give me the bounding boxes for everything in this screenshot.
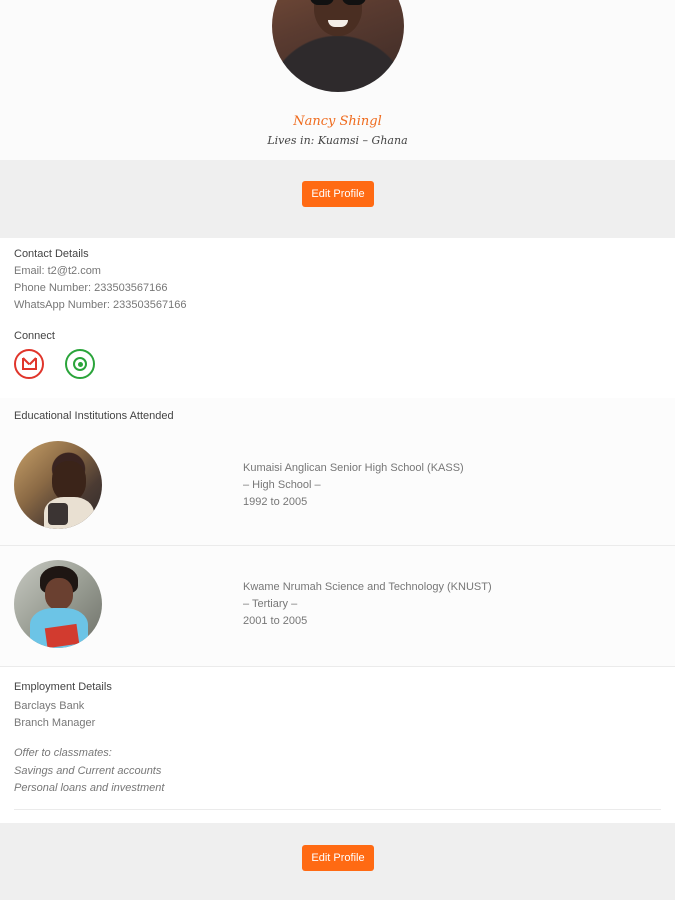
- contact-details-heading: Contact Details: [14, 248, 89, 260]
- connect-heading: Connect: [14, 330, 55, 342]
- whatsapp-icon[interactable]: [65, 349, 95, 379]
- edit-profile-band-bottom: Edit Profile: [0, 823, 675, 900]
- student-head: [52, 461, 86, 501]
- book-graphic: [44, 623, 80, 648]
- education-level: – Tertiary –: [243, 598, 298, 610]
- education-heading: Educational Institutions Attended: [14, 410, 174, 422]
- employment-divider-top: [0, 666, 675, 667]
- education-photo-knust[interactable]: [14, 560, 102, 648]
- sunglasses-graphic: [310, 0, 366, 6]
- edit-profile-band-top: Edit Profile: [0, 160, 675, 238]
- education-divider: [0, 545, 675, 546]
- student-bag: [48, 503, 68, 525]
- profile-header: Nancy Shingl Lives in: Kuamsi – Ghana: [0, 0, 675, 160]
- employment-role: Branch Manager: [14, 717, 96, 729]
- student-face: [45, 578, 73, 610]
- gmail-m-glyph: [22, 358, 37, 370]
- education-item-kass[interactable]: Kumaisi Anglican Senior High School (KAS…: [243, 460, 464, 511]
- whatsapp-bubble-glyph: [73, 357, 87, 371]
- offer-line-1: Savings and Current accounts: [14, 765, 162, 777]
- education-years: 2001 to 2005: [243, 615, 308, 627]
- employment-divider-bottom: [14, 809, 661, 810]
- education-item-knust[interactable]: Kwame Nrumah Science and Technology (KNU…: [243, 579, 492, 630]
- edit-profile-button-top[interactable]: Edit Profile: [302, 181, 374, 207]
- contact-email[interactable]: Email: t2@t2.com: [14, 265, 101, 277]
- profile-location: Lives in: Kuamsi – Ghana: [267, 134, 408, 147]
- education-institution-name: Kwame Nrumah Science and Technology (KNU…: [243, 581, 492, 593]
- profile-avatar[interactable]: [272, 0, 404, 92]
- profile-name: Nancy Shingl: [293, 114, 382, 129]
- contact-whatsapp[interactable]: WhatsApp Number: 233503567166: [14, 299, 186, 311]
- education-institution-name: Kumaisi Anglican Senior High School (KAS…: [243, 462, 464, 474]
- employment-heading: Employment Details: [14, 681, 112, 693]
- employment-company: Barclays Bank: [14, 700, 85, 712]
- education-photo-kass[interactable]: [14, 441, 102, 529]
- offer-label: Offer to classmates:: [14, 747, 112, 759]
- edit-profile-button-bottom[interactable]: Edit Profile: [302, 845, 374, 871]
- gmail-icon[interactable]: [14, 349, 44, 379]
- offer-line-2: Personal loans and investment: [14, 782, 165, 794]
- contact-phone[interactable]: Phone Number: 233503567166: [14, 282, 168, 294]
- education-level: – High School –: [243, 479, 321, 491]
- education-years: 1992 to 2005: [243, 496, 308, 508]
